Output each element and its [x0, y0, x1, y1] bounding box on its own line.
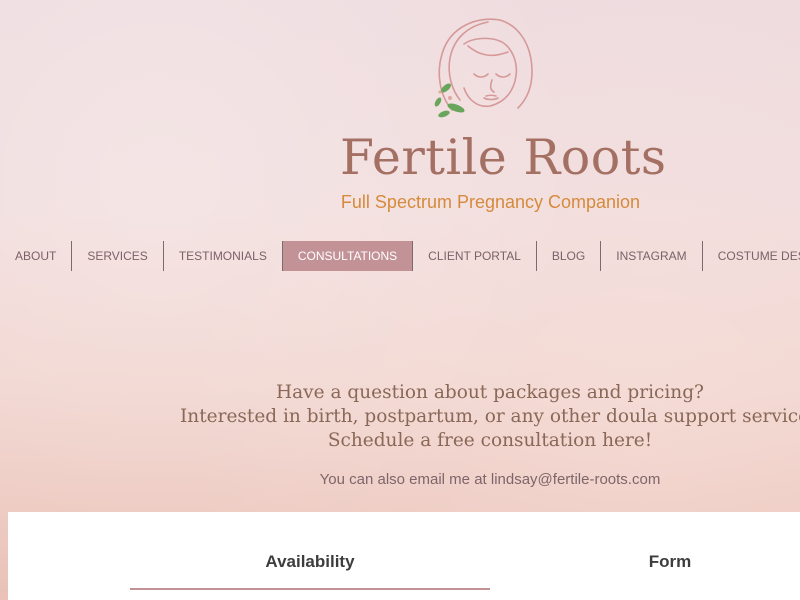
contact-email-text[interactable]: You can also email me at lindsay@fertile…: [180, 471, 800, 488]
nav-item-testimonials[interactable]: TESTIMONIALS: [164, 241, 283, 271]
nav-item-costume-design[interactable]: COSTUME DESIG: [703, 241, 800, 271]
nav-item-services[interactable]: SERVICES: [72, 241, 164, 271]
main-navigation: ABOUT SERVICES TESTIMONIALS CONSULTATION…: [0, 241, 800, 271]
intro-line-pricing: Have a question about packages and prici…: [276, 382, 704, 403]
consultation-intro: Have a question about packages and prici…: [180, 381, 800, 453]
tab-availability[interactable]: Availability: [130, 552, 490, 572]
site-title[interactable]: Fertile Roots: [340, 128, 666, 188]
active-tab-indicator: [130, 588, 490, 590]
intro-line-services: Interested in birth, postpartum, or any …: [180, 406, 800, 427]
page-background: [0, 0, 800, 600]
nav-item-client-portal[interactable]: CLIENT PORTAL: [413, 241, 537, 271]
nav-item-consultations[interactable]: CONSULTATIONS: [282, 241, 414, 271]
tab-form[interactable]: Form: [490, 552, 800, 572]
nav-item-about[interactable]: ABOUT: [0, 241, 73, 271]
intro-line-schedule: Schedule a free consultation here!: [327, 430, 653, 451]
woman-face-with-leaves-icon[interactable]: [428, 16, 538, 122]
nav-item-blog[interactable]: BLOG: [537, 241, 602, 271]
nav-item-instagram[interactable]: INSTAGRAM: [601, 241, 703, 271]
booking-widget: Availability Form: [8, 512, 800, 600]
site-tagline: Full Spectrum Pregnancy Companion: [340, 192, 641, 212]
